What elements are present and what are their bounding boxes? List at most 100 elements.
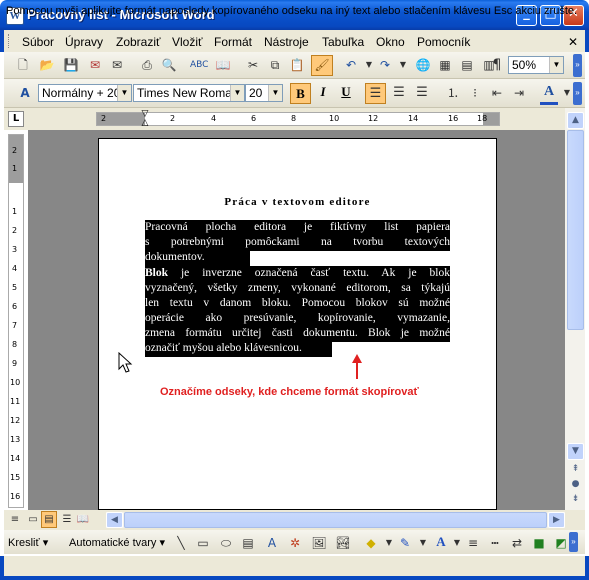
- selected-text-line[interactable]: vyznačený, všetky zmeny, vykonané editor…: [145, 281, 450, 297]
- spelling-icon[interactable]: ABC: [190, 56, 208, 74]
- draw-menu-button[interactable]: Kresliť ▾: [8, 536, 48, 549]
- zoom-select[interactable]: 50% ▼: [508, 56, 564, 74]
- shadow-style-icon[interactable]: ■: [530, 534, 548, 552]
- scroll-up-icon[interactable]: ▲: [567, 112, 584, 129]
- menu-okno[interactable]: Okno: [376, 35, 405, 49]
- decrease-indent-icon[interactable]: ⇤: [488, 84, 506, 102]
- vertical-scroll-thumb[interactable]: [567, 130, 584, 330]
- font-color-icon[interactable]: A: [540, 84, 558, 105]
- selected-text-line[interactable]: Blok je inverzne označená časť textu. Ak…: [145, 266, 450, 282]
- clip-art-icon[interactable]: 🖼: [310, 534, 328, 552]
- format-painter-icon[interactable]: 🖌: [311, 55, 333, 76]
- menu-zobrazit[interactable]: Zobraziť: [116, 35, 161, 49]
- menu-upravy[interactable]: Úpravy: [65, 35, 103, 49]
- hyperlink-icon[interactable]: 🌐: [414, 56, 432, 74]
- normal-view-icon[interactable]: ≡: [6, 511, 24, 529]
- justify-icon[interactable]: ☰: [413, 84, 431, 102]
- justify-left-icon[interactable]: ☰: [365, 83, 386, 104]
- line-color-icon[interactable]: ✎: [396, 534, 414, 552]
- ruler-label: 15: [10, 473, 21, 482]
- selected-text-line[interactable]: zmena formátu určitej časti dokumentu. B…: [145, 326, 450, 342]
- web-layout-icon[interactable]: ▭: [24, 511, 42, 529]
- selected-text-line[interactable]: operácie ako presúvanie, kopírovanie, vy…: [145, 311, 450, 327]
- tables-borders-icon[interactable]: ▦: [436, 56, 454, 74]
- permission-icon[interactable]: ✉: [86, 56, 104, 74]
- selected-text-line[interactable]: Pracovná plocha editora je fiktívny list…: [145, 220, 450, 236]
- selected-text-line[interactable]: označiť myšou alebo klávesnicou.: [145, 341, 332, 357]
- selected-text-line[interactable]: len textu v danom bloku. Pomocou blokov …: [145, 296, 450, 312]
- research-icon[interactable]: 📖: [214, 56, 232, 74]
- menu-subor[interactable]: Súbor: [22, 35, 54, 49]
- line-icon[interactable]: ╲: [172, 534, 190, 552]
- diagram-icon[interactable]: ✲: [286, 534, 304, 552]
- bold-button[interactable]: B: [290, 83, 311, 104]
- indent-marker-icon[interactable]: ▽ △: [140, 110, 150, 129]
- wordart-icon[interactable]: A: [263, 534, 281, 552]
- undo-icon[interactable]: ↶: [342, 56, 360, 74]
- ruler-label: 6: [251, 114, 257, 123]
- font-size-value: 20: [249, 86, 263, 100]
- next-page-icon[interactable]: ⇟: [567, 492, 584, 509]
- document-heading[interactable]: Práca v textovom editore: [100, 196, 495, 208]
- align-right-icon[interactable]: ☰: [390, 84, 408, 102]
- email-icon[interactable]: ✉: [108, 56, 126, 74]
- numbering-icon[interactable]: ⒈: [444, 84, 462, 102]
- copy-icon[interactable]: ⧉: [266, 56, 284, 74]
- draw-label: Kresliť: [8, 537, 40, 549]
- autoshapes-menu-button[interactable]: Automatické tvary ▾: [69, 536, 165, 549]
- menu-nastroje[interactable]: Nástroje: [264, 35, 309, 49]
- tab-selector-icon[interactable]: L: [8, 111, 24, 127]
- horizontal-ruler[interactable]: [96, 112, 500, 126]
- insert-table-icon[interactable]: ▤: [458, 56, 476, 74]
- show-formatting-icon[interactable]: ¶: [488, 56, 506, 74]
- menu-tabulka[interactable]: Tabuľka: [322, 35, 364, 49]
- toolbar-options-icon[interactable]: »: [569, 532, 578, 552]
- close-document-icon[interactable]: ✕: [568, 35, 578, 49]
- menu-grip[interactable]: [8, 34, 11, 48]
- save-icon[interactable]: 💾: [62, 56, 80, 74]
- font-size-select[interactable]: 20 ▼: [245, 84, 283, 102]
- oval-icon[interactable]: ⬭: [217, 534, 235, 552]
- cut-icon[interactable]: ✂: [244, 56, 262, 74]
- menu-pomocnik[interactable]: Pomocník: [417, 35, 470, 49]
- styles-formatting-icon[interactable]: A: [16, 84, 34, 102]
- fill-color-icon[interactable]: ◆: [362, 534, 380, 552]
- style-select[interactable]: Normálny + 20 ▼: [38, 84, 132, 102]
- selected-text-line[interactable]: dokumentov.: [145, 250, 250, 266]
- chevron-down-icon[interactable]: ▼: [268, 85, 282, 101]
- text-box-icon[interactable]: ▤: [239, 534, 257, 552]
- redo-icon[interactable]: ↷: [376, 56, 394, 74]
- horizontal-scroll-thumb[interactable]: [124, 512, 547, 528]
- 3d-style-icon[interactable]: ◩: [552, 534, 570, 552]
- chevron-down-icon[interactable]: ▼: [549, 57, 563, 73]
- scroll-right-icon[interactable]: ▶: [548, 512, 565, 528]
- line-style-icon[interactable]: ≡: [464, 534, 482, 552]
- underline-button[interactable]: U: [337, 84, 355, 102]
- increase-indent-icon[interactable]: ⇥: [510, 84, 528, 102]
- print-icon[interactable]: ⎙: [138, 56, 156, 74]
- menu-format[interactable]: Formát: [214, 35, 252, 49]
- scroll-left-icon[interactable]: ◀: [106, 512, 123, 528]
- picture-icon[interactable]: 🏞: [334, 534, 352, 552]
- print-layout-icon[interactable]: ▤: [41, 511, 57, 528]
- open-icon[interactable]: 📂: [38, 56, 56, 74]
- new-document-icon[interactable]: 🗋: [14, 56, 32, 74]
- font-select[interactable]: Times New Roman ▼: [133, 84, 245, 102]
- arrow-style-icon[interactable]: ⇄: [508, 534, 526, 552]
- scroll-down-icon[interactable]: ▼: [567, 443, 584, 460]
- dash-style-icon[interactable]: ┅: [486, 534, 504, 552]
- print-preview-icon[interactable]: 🔍: [160, 56, 178, 74]
- chevron-down-icon[interactable]: ▼: [230, 85, 244, 101]
- redo-dropdown-icon[interactable]: ▼: [394, 56, 412, 74]
- bullets-icon[interactable]: ⁝: [466, 84, 484, 102]
- menu-vlozit[interactable]: Vložiť: [172, 35, 203, 49]
- reading-layout-icon[interactable]: 📖: [74, 511, 92, 529]
- toolbar-options-icon[interactable]: »: [573, 54, 582, 77]
- italic-button[interactable]: I: [314, 84, 332, 102]
- selected-text-line[interactable]: s potrebnými pomôckami na tvorbu textový…: [145, 235, 450, 251]
- rectangle-icon[interactable]: ▭: [194, 534, 212, 552]
- paste-icon[interactable]: 📋: [288, 56, 306, 74]
- line-color-dropdown-icon[interactable]: ▼: [414, 534, 432, 552]
- chevron-down-icon[interactable]: ▼: [117, 85, 131, 101]
- toolbar-options-icon[interactable]: »: [573, 82, 582, 105]
